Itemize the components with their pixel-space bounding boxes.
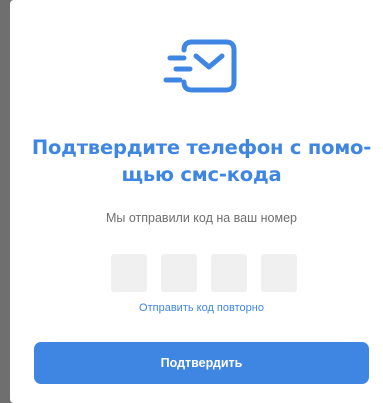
code-digit-1[interactable]	[111, 254, 147, 292]
envelope-fast-icon	[162, 36, 242, 102]
dialog-title-line-2: щью смс-кода	[121, 163, 282, 186]
code-digit-3[interactable]	[211, 254, 247, 292]
confirm-button[interactable]: Подтвердить	[34, 342, 369, 384]
code-digit-2[interactable]	[161, 254, 197, 292]
resend-code-link[interactable]: Отправить код повторно	[30, 302, 373, 314]
dialog-subtitle: Мы отправили код на ваш номер	[105, 211, 297, 225]
sms-code-inputs	[111, 254, 301, 292]
sms-verification-dialog: Подтвердите телефон с помо- щью смс-кода…	[10, 0, 383, 403]
background-page-edge	[0, 0, 10, 403]
dialog-title-line-1: Подтвердите телефон с помо-	[31, 136, 372, 159]
dialog-title: Подтвердите телефон с помо- щью смс-кода	[30, 134, 373, 188]
code-digit-4[interactable]	[261, 254, 297, 292]
